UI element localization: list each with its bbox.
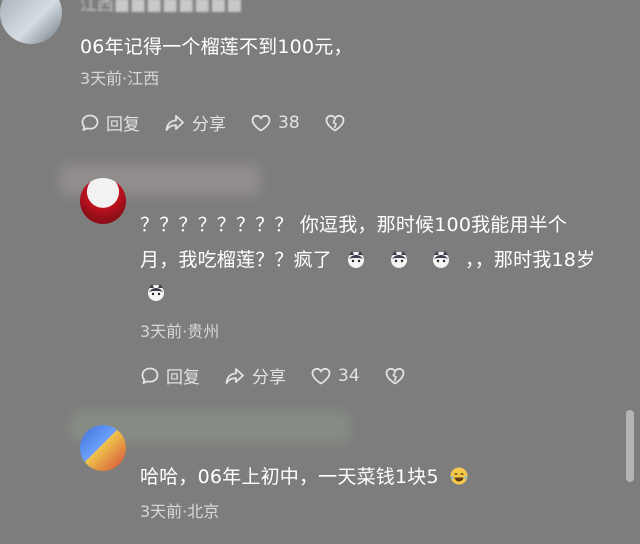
comment-meta: 3天前·贵州 bbox=[140, 322, 220, 341]
dislike-button[interactable] bbox=[384, 366, 406, 386]
share-label: 分享 bbox=[252, 368, 286, 388]
username[interactable]: 江西■■■■■■■■ bbox=[80, 0, 243, 15]
comment-bubble-icon bbox=[81, 114, 99, 131]
heart-icon bbox=[251, 114, 271, 132]
cat-emoji-icon bbox=[390, 251, 407, 268]
comment-actions: 回复 分享 34 bbox=[140, 363, 406, 388]
comment-text-segment: 月，我吃榴莲？？疯了 bbox=[140, 249, 333, 271]
cat-emoji-icon bbox=[432, 251, 449, 268]
heart-icon bbox=[311, 367, 331, 385]
share-label: 分享 bbox=[192, 115, 226, 135]
broken-heart-icon bbox=[385, 367, 405, 385]
like-count: 38 bbox=[278, 112, 300, 133]
like-count: 34 bbox=[338, 365, 360, 386]
cat-emoji-icon bbox=[148, 284, 164, 301]
share-button[interactable]: 分享 bbox=[164, 110, 226, 135]
comment-text-line-3 bbox=[140, 282, 174, 303]
share-button[interactable]: 分享 bbox=[224, 363, 286, 388]
reply-button[interactable]: 回复 bbox=[80, 110, 140, 135]
comment-bubble-icon bbox=[141, 367, 159, 384]
share-arrow-icon bbox=[165, 114, 184, 131]
reply-label: 回复 bbox=[106, 115, 140, 135]
reply-label: 回复 bbox=[166, 368, 200, 388]
comment-text-line-1: ？？？？？？？？ 你逗我，那时候100我能用半个 bbox=[140, 214, 568, 236]
share-arrow-icon bbox=[225, 367, 244, 384]
like-button[interactable]: 38 bbox=[250, 113, 300, 133]
comment-text: 06年记得一个榴莲不到100元， bbox=[80, 36, 353, 58]
cat-emoji-icon bbox=[348, 251, 365, 268]
comment-text-segment: ，，那时我18岁 bbox=[465, 249, 596, 271]
avatar[interactable] bbox=[80, 425, 126, 471]
reply-button[interactable]: 回复 bbox=[140, 363, 200, 388]
comment-actions: 回复 分享 38 bbox=[80, 110, 346, 135]
dislike-button[interactable] bbox=[324, 113, 346, 133]
comment-text-segment: 哈哈，06年上初中，一天菜钱1块5 bbox=[140, 466, 439, 488]
broken-heart-icon bbox=[325, 114, 345, 132]
comment-meta: 3天前·江西 bbox=[80, 69, 160, 88]
comment-text-line-2: 月，我吃榴莲？？疯了 ，，那时我18岁 bbox=[140, 245, 595, 272]
avatar[interactable] bbox=[80, 178, 126, 224]
comment-meta: 3天前·北京 bbox=[140, 502, 220, 521]
tears-of-joy-emoji-icon bbox=[450, 467, 468, 485]
avatar[interactable] bbox=[0, 0, 62, 44]
like-button[interactable]: 34 bbox=[310, 366, 360, 386]
scrollbar[interactable] bbox=[626, 410, 634, 482]
comment-text: 哈哈，06年上初中，一天菜钱1块5 bbox=[140, 462, 477, 489]
